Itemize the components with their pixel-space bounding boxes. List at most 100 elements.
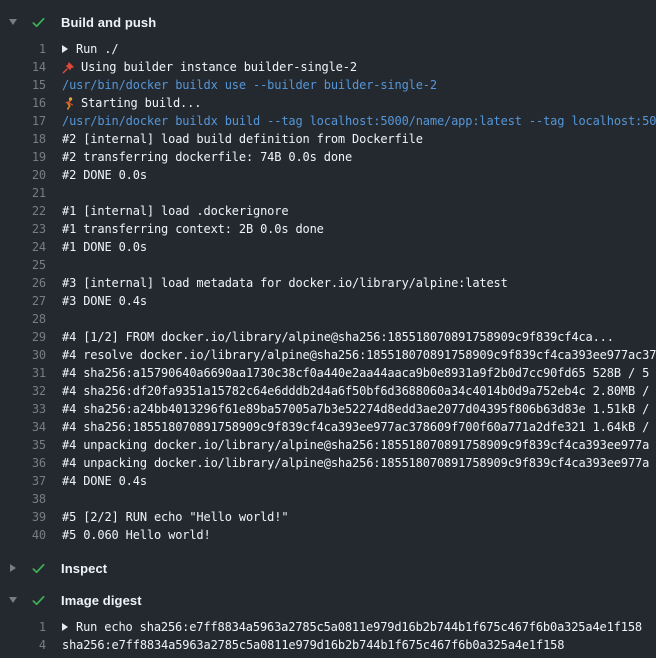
log-line: 19 #2 transferring dockerfile: 74B 0.0s … [0, 148, 656, 166]
log-text: #4 DONE 0.4s [62, 472, 147, 490]
log-text: #3 DONE 0.4s [62, 292, 147, 310]
log-text: #4 sha256:a24bb4013296f61e89ba57005a7b3e… [62, 400, 649, 418]
line-number-link[interactable]: 39 [0, 508, 46, 526]
line-number-link[interactable]: 17 [0, 112, 46, 130]
log-text: #4 resolve docker.io/library/alpine@sha2… [62, 346, 656, 364]
log-line: 36 #4 unpacking docker.io/library/alpine… [0, 454, 656, 472]
pushpin-icon [62, 61, 75, 74]
log-line: 40 #5 0.060 Hello world! [0, 526, 656, 544]
line-number-link[interactable]: 14 [0, 58, 46, 76]
line-number-link[interactable]: 37 [0, 472, 46, 490]
log-line: 29 #4 [1/2] FROM docker.io/library/alpin… [0, 328, 656, 346]
line-number-link[interactable]: 22 [0, 202, 46, 220]
log-text: sha256:e7ff8834a5963a2785c5a0811e979d16b… [62, 636, 564, 654]
line-number-link[interactable]: 40 [0, 526, 46, 544]
log-line: 14 Using builder instance builder-single… [0, 58, 656, 76]
line-number-link[interactable]: 24 [0, 238, 46, 256]
line-number-link[interactable]: 26 [0, 274, 46, 292]
line-number-link[interactable]: 35 [0, 436, 46, 454]
log-line: 38 [0, 490, 656, 508]
chevron-right-icon[interactable] [7, 564, 18, 572]
log-line: 1 Run echo sha256:e7ff8834a5963a2785c5a0… [0, 618, 656, 636]
log-text: #5 0.060 Hello world! [62, 526, 211, 544]
line-number-link[interactable]: 20 [0, 166, 46, 184]
expand-run-icon[interactable] [62, 623, 68, 631]
log-text: #2 transferring dockerfile: 74B 0.0s don… [62, 148, 352, 166]
log-text: Run ./ [76, 40, 118, 58]
log-text: #2 [internal] load build definition from… [62, 130, 423, 148]
log-text: #1 [internal] load .dockerignore [62, 202, 288, 220]
section-header-inspect[interactable]: Inspect [0, 552, 656, 584]
section-header-build-and-push[interactable]: Build and push [0, 6, 656, 38]
log-line: 39 #5 [2/2] RUN echo "Hello world!" [0, 508, 656, 526]
line-number-link[interactable]: 19 [0, 148, 46, 166]
line-number-link[interactable]: 32 [0, 382, 46, 400]
log-line: 22 #1 [internal] load .dockerignore [0, 202, 656, 220]
line-number-link[interactable]: 25 [0, 256, 46, 274]
success-check-icon [31, 561, 46, 576]
log-line: 26 #3 [internal] load metadata for docke… [0, 274, 656, 292]
line-number-link[interactable]: 1 [0, 618, 46, 636]
chevron-down-icon[interactable] [7, 597, 18, 603]
log-line: 23 #1 transferring context: 2B 0.0s done [0, 220, 656, 238]
log-line: 33 #4 sha256:a24bb4013296f61e89ba57005a7… [0, 400, 656, 418]
log-line: 21 [0, 184, 656, 202]
log-text: Starting build... [81, 94, 201, 112]
success-check-icon [31, 15, 46, 30]
workflow-log-console: Build and push 1 Run ./ 14 [0, 0, 656, 654]
log-text: #4 unpacking docker.io/library/alpine@sh… [62, 436, 649, 454]
line-number-link[interactable]: 1 [0, 40, 46, 58]
log-text: Run echo sha256:e7ff8834a5963a2785c5a081… [76, 618, 642, 636]
log-text: #1 DONE 0.0s [62, 238, 147, 256]
runner-icon [62, 97, 75, 110]
log-line: 32 #4 sha256:df20fa9351a15782c64e6dddb2d… [0, 382, 656, 400]
section-title: Build and push [61, 15, 156, 30]
line-number-link[interactable]: 30 [0, 346, 46, 364]
log-text: #4 unpacking docker.io/library/alpine@sh… [62, 454, 649, 472]
line-number-link[interactable]: 21 [0, 184, 46, 202]
section-title: Inspect [61, 561, 107, 576]
log-text: #4 sha256:df20fa9351a15782c64e6dddb2d4a6… [62, 382, 649, 400]
section-image-digest: Image digest 1 Run echo sha256:e7ff8834a… [0, 584, 656, 654]
log-line: 30 #4 resolve docker.io/library/alpine@s… [0, 346, 656, 364]
section-body-image-digest: 1 Run echo sha256:e7ff8834a5963a2785c5a0… [0, 618, 656, 654]
log-text: #4 sha256:a15790640a6690aa1730c38cf0a440… [62, 364, 649, 382]
line-number-link[interactable]: 27 [0, 292, 46, 310]
log-line: 34 #4 sha256:185518070891758909c9f839cf4… [0, 418, 656, 436]
chevron-down-icon[interactable] [7, 19, 18, 25]
line-number-link[interactable]: 38 [0, 490, 46, 508]
line-number-link[interactable]: 33 [0, 400, 46, 418]
line-number-link[interactable]: 36 [0, 454, 46, 472]
log-line: 25 [0, 256, 656, 274]
log-line: 18 #2 [internal] load build definition f… [0, 130, 656, 148]
line-number-link[interactable]: 34 [0, 418, 46, 436]
line-number-link[interactable]: 31 [0, 364, 46, 382]
log-line: 20 #2 DONE 0.0s [0, 166, 656, 184]
section-build-and-push: Build and push 1 Run ./ 14 [0, 6, 656, 544]
log-line: 27 #3 DONE 0.4s [0, 292, 656, 310]
log-line: 24 #1 DONE 0.0s [0, 238, 656, 256]
log-text: #4 sha256:185518070891758909c9f839cf4ca3… [62, 418, 649, 436]
section-inspect: Inspect [0, 552, 656, 584]
log-text: #4 [1/2] FROM docker.io/library/alpine@s… [62, 328, 614, 346]
log-text: /usr/bin/docker buildx use --builder bui… [62, 76, 437, 94]
log-text: #1 transferring context: 2B 0.0s done [62, 220, 324, 238]
log-line: 17 /usr/bin/docker buildx build --tag lo… [0, 112, 656, 130]
line-number-link[interactable]: 4 [0, 636, 46, 654]
line-number-link[interactable]: 28 [0, 310, 46, 328]
log-line: 4 sha256:e7ff8834a5963a2785c5a0811e979d1… [0, 636, 656, 654]
expand-run-icon[interactable] [62, 45, 68, 53]
log-line: 1 Run ./ [0, 40, 656, 58]
log-line: 28 [0, 310, 656, 328]
log-line: 37 #4 DONE 0.4s [0, 472, 656, 490]
line-number-link[interactable]: 29 [0, 328, 46, 346]
line-number-link[interactable]: 18 [0, 130, 46, 148]
section-header-image-digest[interactable]: Image digest [0, 584, 656, 616]
log-line: 35 #4 unpacking docker.io/library/alpine… [0, 436, 656, 454]
line-number-link[interactable]: 23 [0, 220, 46, 238]
section-title: Image digest [61, 593, 142, 608]
log-text: /usr/bin/docker buildx build --tag local… [62, 112, 656, 130]
log-text: Using builder instance builder-single-2 [81, 58, 357, 76]
line-number-link[interactable]: 16 [0, 94, 46, 112]
line-number-link[interactable]: 15 [0, 76, 46, 94]
